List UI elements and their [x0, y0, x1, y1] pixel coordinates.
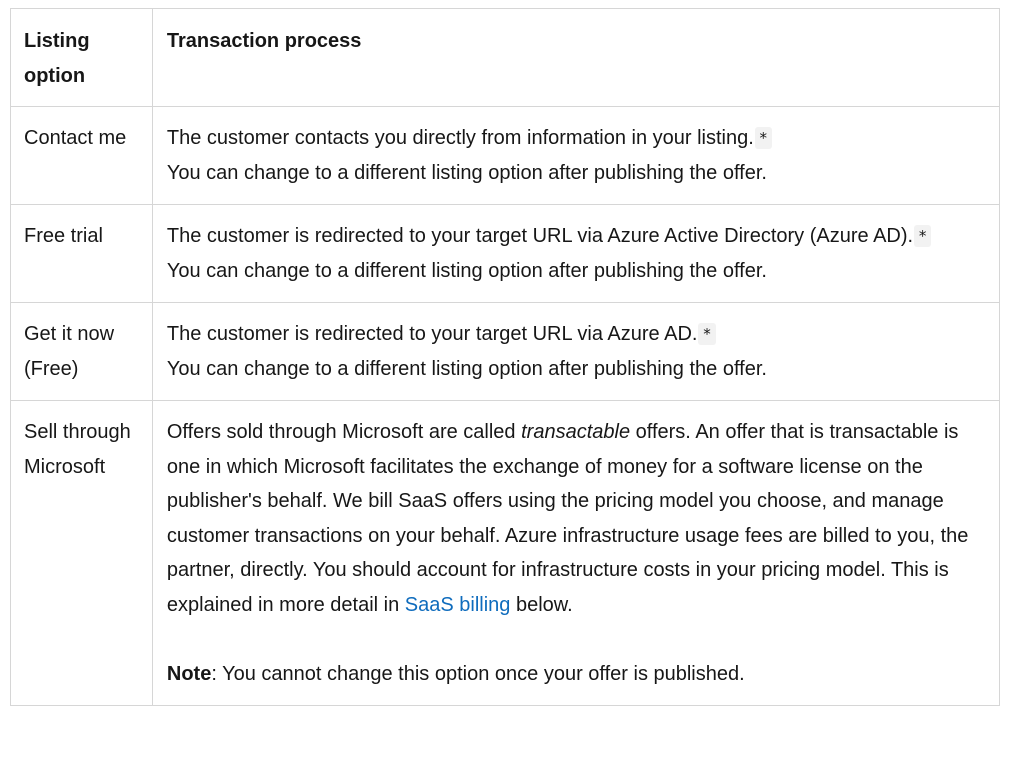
transaction-process-cell: Offers sold through Microsoft are called… [151, 400, 1001, 706]
transactable-term: transactable [521, 421, 631, 443]
transaction-process-cell: The customer is redirected to your targe… [151, 204, 1001, 303]
process-line: The customer is redirected to your targe… [167, 219, 989, 254]
transaction-process-cell: The customer is redirected to your targe… [151, 302, 1001, 401]
footnote-marker: * [698, 323, 716, 345]
footnote-marker: * [914, 225, 932, 247]
header-transaction-process: Transaction process [151, 8, 1001, 107]
table-header-row: Listing option Transaction process [10, 8, 1001, 107]
note-paragraph: Note: You cannot change this option once… [166, 663, 745, 685]
process-line: The customer contacts you directly from … [167, 121, 989, 156]
process-change-note: You can change to a different listing op… [166, 259, 767, 282]
listing-options-table-container: Listing option Transaction process Conta… [10, 8, 1001, 706]
table-row: Get it now (Free) The customer is redire… [10, 302, 1001, 401]
transaction-process-cell: The customer contacts you directly from … [151, 106, 1001, 205]
table-row: Sell through Microsoft Offers sold throu… [10, 400, 1001, 706]
footnote-marker: * [754, 127, 772, 149]
listing-option-cell: Get it now (Free) [10, 302, 153, 401]
listing-option-cell: Sell through Microsoft [10, 400, 153, 706]
saas-billing-link[interactable]: SaaS billing [405, 594, 511, 616]
table-row: Contact me The customer contacts you dir… [10, 106, 1001, 205]
listing-option-cell: Contact me [10, 106, 153, 205]
transactable-description: Offers sold through Microsoft are called… [166, 421, 969, 616]
note-label: Note [166, 663, 212, 685]
process-change-note: You can change to a different listing op… [166, 357, 767, 380]
listing-options-table: Listing option Transaction process Conta… [10, 8, 1001, 706]
listing-option-cell: Free trial [10, 204, 153, 303]
header-listing-option: Listing option [10, 8, 153, 107]
process-change-note: You can change to a different listing op… [166, 161, 767, 184]
process-line: The customer is redirected to your targe… [167, 317, 989, 352]
table-row: Free trial The customer is redirected to… [10, 204, 1001, 303]
